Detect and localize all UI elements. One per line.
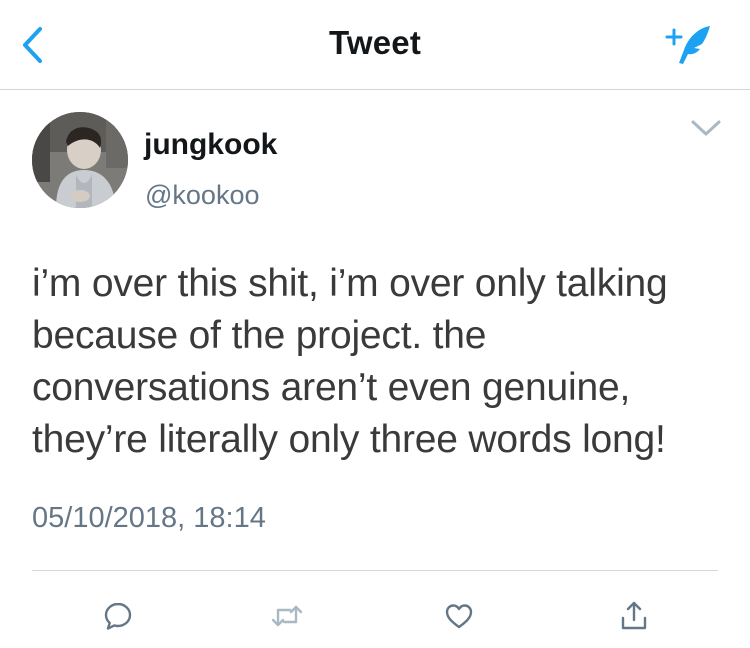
tweet-detail-screen: Tweet jungkook @kookoo i’m over this shi… (0, 0, 750, 648)
avatar[interactable] (32, 112, 128, 208)
share-button[interactable] (610, 592, 658, 640)
user-handle[interactable]: @kookoo (145, 180, 259, 211)
display-name[interactable]: jungkook (144, 128, 277, 162)
tweet-text: i’m over this shit, i’m over only talkin… (32, 262, 668, 461)
page-title: Tweet (328, 24, 422, 61)
retweet-icon (271, 605, 303, 627)
tweet-menu-button[interactable] (684, 112, 728, 144)
compose-tweet-icon (665, 26, 710, 64)
reply-button[interactable] (94, 592, 142, 640)
reply-icon (104, 602, 132, 630)
share-icon (621, 601, 647, 630)
avatar-photo (32, 112, 128, 208)
heart-icon (445, 604, 473, 629)
chevron-down-icon (691, 120, 721, 136)
divider (32, 570, 718, 571)
retweet-button[interactable] (263, 592, 311, 640)
navigation-header: Tweet (0, 0, 750, 90)
like-button[interactable] (435, 592, 483, 640)
tweet-timestamp: 05/10/2018, 18:14 (32, 502, 266, 534)
compose-tweet-button[interactable] (664, 22, 716, 68)
